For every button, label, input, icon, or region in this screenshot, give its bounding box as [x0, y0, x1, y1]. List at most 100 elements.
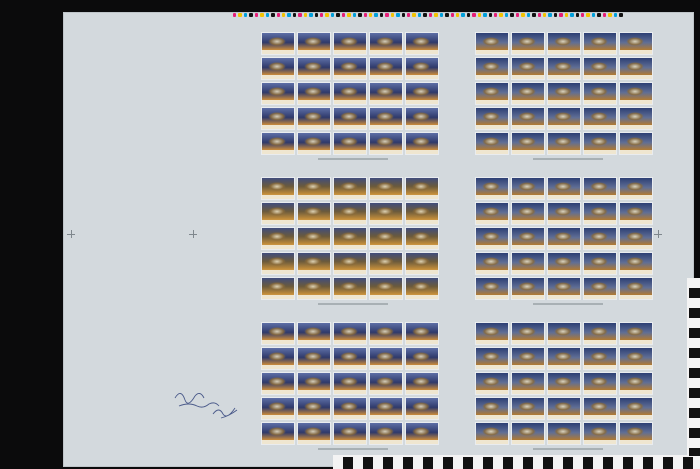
color-swatch — [271, 13, 275, 17]
stamp — [583, 322, 617, 345]
stamp — [619, 252, 653, 275]
stamp — [583, 132, 617, 155]
color-swatch — [352, 13, 357, 17]
stamp — [475, 82, 509, 105]
stamp — [619, 277, 653, 300]
color-swatch — [249, 13, 253, 17]
stamp — [511, 177, 545, 200]
stamp — [333, 322, 367, 345]
stamp — [261, 32, 295, 55]
color-swatch — [347, 13, 351, 17]
stamp — [405, 322, 439, 345]
stamp — [369, 202, 403, 225]
color-swatch — [499, 13, 503, 17]
color-swatch — [439, 13, 444, 17]
stamp — [405, 227, 439, 250]
handwritten-signature — [174, 393, 238, 419]
color-swatch — [597, 13, 601, 17]
stamp — [511, 82, 545, 105]
stamp — [333, 57, 367, 80]
stamp — [547, 422, 581, 445]
stamp — [405, 397, 439, 420]
stamp — [261, 107, 295, 130]
stamp — [261, 322, 295, 345]
stamp — [297, 347, 331, 370]
stamp — [261, 177, 295, 200]
stamp — [475, 347, 509, 370]
stamp — [261, 347, 295, 370]
color-swatch — [336, 13, 340, 17]
color-swatch — [298, 13, 302, 17]
stamp — [297, 322, 331, 345]
color-swatch — [559, 13, 563, 17]
stamp — [297, 32, 331, 55]
stamp — [547, 227, 581, 250]
color-swatch — [445, 13, 449, 17]
stamp — [333, 372, 367, 395]
stamp — [619, 177, 653, 200]
stamp — [511, 252, 545, 275]
stamp — [547, 372, 581, 395]
stamp — [333, 277, 367, 300]
stamp — [297, 82, 331, 105]
stamp — [511, 202, 545, 225]
stamp — [297, 177, 331, 200]
color-swatch — [504, 13, 509, 17]
stamp-pane-middle-left — [261, 177, 439, 300]
color-swatch — [320, 13, 324, 17]
stamp — [547, 277, 581, 300]
stamp — [369, 252, 403, 275]
stamp — [261, 422, 295, 445]
color-swatch — [602, 13, 607, 17]
color-swatch — [483, 13, 487, 17]
stamp — [369, 372, 403, 395]
color-swatch — [233, 13, 237, 17]
pane-caption — [533, 303, 603, 305]
stamp-pane-top-right — [475, 32, 653, 155]
stamp — [583, 397, 617, 420]
stamp — [405, 82, 439, 105]
color-swatch — [238, 13, 242, 17]
stamp — [297, 422, 331, 445]
color-swatch — [276, 13, 280, 17]
color-swatch — [358, 13, 362, 17]
color-swatch — [401, 13, 405, 17]
color-swatch — [608, 13, 612, 17]
stamp — [511, 372, 545, 395]
color-swatch — [363, 13, 367, 17]
stamp — [369, 132, 403, 155]
color-swatch — [526, 13, 531, 17]
color-swatch — [309, 13, 313, 17]
color-swatch — [564, 13, 569, 17]
stamp — [369, 422, 403, 445]
stamp — [511, 277, 545, 300]
color-swatch — [581, 13, 585, 17]
color-swatch — [619, 13, 623, 17]
stamp — [369, 227, 403, 250]
color-swatch — [613, 13, 618, 17]
pane-caption — [533, 158, 603, 160]
color-swatch — [396, 13, 400, 17]
stamp — [547, 57, 581, 80]
stamp — [333, 422, 367, 445]
stamp — [369, 32, 403, 55]
pane-caption — [318, 448, 388, 450]
color-swatch — [423, 13, 427, 17]
stamp — [405, 132, 439, 155]
stamp — [583, 372, 617, 395]
color-swatch — [243, 13, 248, 17]
stamp — [333, 397, 367, 420]
stamp — [297, 107, 331, 130]
stamp — [583, 227, 617, 250]
stamp — [619, 422, 653, 445]
color-swatch — [260, 13, 264, 17]
stamp — [333, 252, 367, 275]
stamp — [333, 82, 367, 105]
color-swatch — [477, 13, 482, 17]
registration-mark-icon — [654, 230, 662, 238]
stamp — [475, 277, 509, 300]
stamp — [583, 422, 617, 445]
color-swatch — [570, 13, 574, 17]
stamp — [405, 372, 439, 395]
stamp-pane-middle-right — [475, 177, 653, 300]
